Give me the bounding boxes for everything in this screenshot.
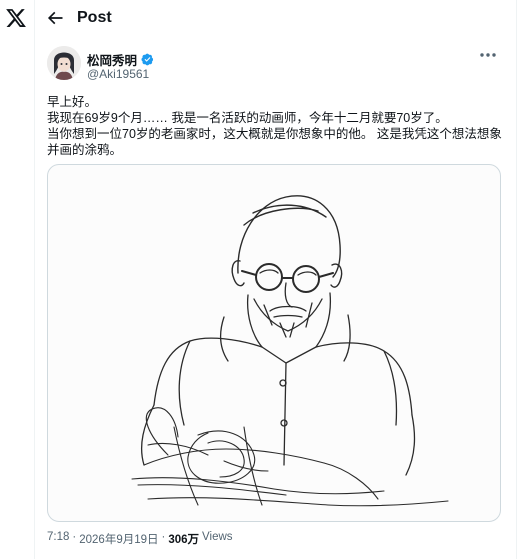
meta-separator: · <box>72 531 77 543</box>
left-rail <box>0 0 35 559</box>
x-logo-icon[interactable] <box>5 7 27 29</box>
main-column: Post 松岡秀明 @Aki19561 早上好。 我现在69岁9个月…… 我是一… <box>35 0 517 559</box>
views-count: 306万 <box>168 534 200 546</box>
meta-separator: · <box>161 531 166 543</box>
more-options-icon[interactable] <box>479 50 497 60</box>
post-time[interactable]: 7:18 <box>47 531 69 547</box>
post-date[interactable]: 2026年9月19日 <box>79 531 158 547</box>
author-handle[interactable]: @Aki19561 <box>87 67 149 81</box>
avatar-icon <box>47 46 81 80</box>
post-meta: 7:18 · 2026年9月19日 · 306万 Views <box>47 531 233 547</box>
verified-badge-icon <box>141 53 154 66</box>
sketch-drawing <box>131 195 449 507</box>
avatar[interactable] <box>47 46 81 80</box>
post-image[interactable] <box>47 164 501 522</box>
post-text: 早上好。 我现在69岁9个月…… 我是一名活跃的动画师，今年十二月就要70岁了。… <box>47 95 502 157</box>
page-title: Post <box>77 9 112 26</box>
back-arrow-icon[interactable] <box>45 8 65 28</box>
topbar: Post <box>35 0 516 36</box>
views-label: Views <box>202 531 233 543</box>
